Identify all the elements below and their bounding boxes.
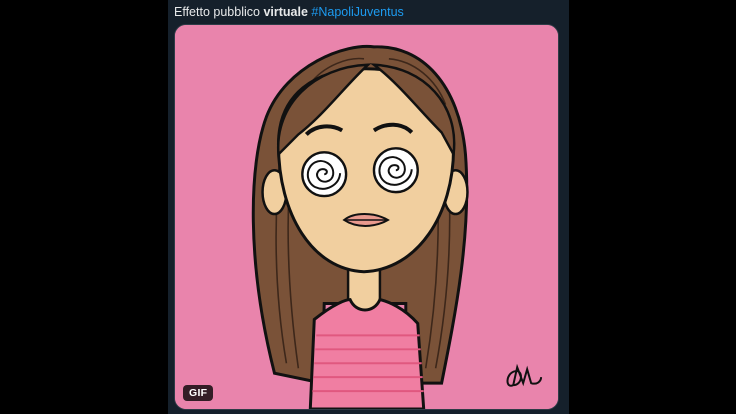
- hashtag-link[interactable]: #NapoliJuventus: [311, 5, 403, 19]
- gif-badge: GIF: [183, 385, 214, 401]
- cartoon-girl-illustration: [175, 25, 558, 409]
- tweet-panel: Effetto pubblico virtuale #NapoliJuventu…: [168, 0, 569, 414]
- tweet-text-plain: Effetto pubblico: [174, 5, 260, 19]
- gif-media[interactable]: GIF: [174, 24, 559, 410]
- tweet-text: Effetto pubblico virtuale #NapoliJuventu…: [174, 4, 404, 20]
- tweet-text-bold: virtuale: [263, 5, 308, 19]
